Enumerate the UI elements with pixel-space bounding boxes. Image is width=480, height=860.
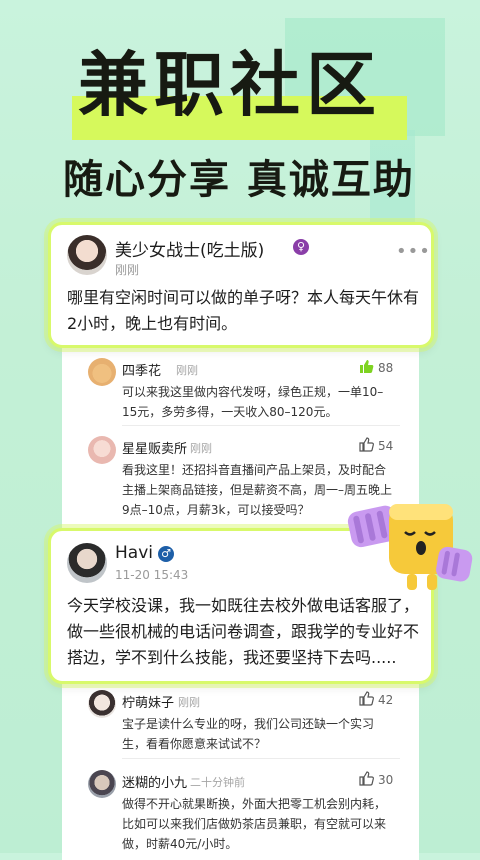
avatar[interactable]: [88, 770, 116, 798]
thumbs-up-icon: [359, 691, 374, 706]
comment-item: 迷糊的小九 二十分钟前 30 做得不开心就果断换，外面大把零工机会别内耗，比如可…: [88, 770, 398, 851]
hero-subtitle: 随心分享 真诚互助: [63, 157, 415, 203]
comment-author[interactable]: 四季花: [122, 360, 161, 379]
comment-content: 可以来我这里做内容代发呀，绿色正规，一单10–15元，多劳多得，一天收入80–1…: [122, 385, 384, 419]
avatar[interactable]: [67, 543, 107, 583]
comment-time: 二十分钟前: [190, 776, 245, 789]
mascot-illustration: [347, 504, 473, 590]
comment-item: 柠萌妹子 刚刚 42 宝子是读什么专业的呀，我们公司还缺一个实习生，看看你愿意来…: [88, 690, 398, 751]
post-content: 今天学校没课，我一如既往去校外做电话客服了，做一些很机械的电话问卷调查，跟我学的…: [67, 596, 420, 667]
avatar[interactable]: [88, 690, 116, 718]
post-card[interactable]: 美少女战士(吃土版) ♀ 刚刚 ••• 哪里有空闲时间可以做的单子呀？本人每天午…: [48, 222, 434, 348]
post-author[interactable]: 美少女战士(吃土版): [115, 236, 264, 261]
thumbs-up-icon: [359, 437, 374, 452]
divider: [122, 425, 400, 426]
more-dots-icon[interactable]: •••: [396, 241, 431, 262]
like-count: 88: [378, 361, 394, 375]
comment-content: 宝子是读什么专业的呀，我们公司还缺一个实习生，看看你愿意来试试不？: [122, 717, 375, 751]
comment-time: 刚刚: [190, 442, 212, 455]
comment-author[interactable]: 星星贩卖所: [122, 438, 187, 457]
hero-title: 兼职社区: [78, 44, 382, 126]
like-button[interactable]: 42: [358, 690, 398, 710]
like-count: 42: [378, 693, 394, 707]
thumbs-up-icon: [360, 360, 374, 373]
male-icon: ♂: [158, 546, 174, 562]
thumbs-up-icon: [359, 771, 374, 786]
like-count: 54: [378, 439, 394, 453]
avatar[interactable]: [88, 358, 116, 386]
female-icon: ♀: [293, 239, 309, 255]
like-button[interactable]: 30: [358, 770, 398, 790]
post-author[interactable]: Havi: [115, 543, 153, 563]
comment-time: 刚刚: [178, 696, 200, 709]
comment-item: 四季花 刚刚 88 可以来我这里做内容代发呀，绿色正规，一单10–15元，多劳多…: [88, 358, 398, 419]
divider: [122, 758, 400, 759]
comment-author[interactable]: 迷糊的小九: [122, 772, 187, 791]
like-button[interactable]: 88: [358, 358, 398, 378]
avatar[interactable]: [67, 235, 107, 275]
like-button[interactable]: 54: [358, 436, 398, 456]
like-count: 30: [378, 773, 394, 787]
post-time: 刚刚: [115, 263, 140, 277]
comment-time: 刚刚: [176, 364, 198, 377]
comment-author[interactable]: 柠萌妹子: [122, 692, 174, 711]
post-content: 哪里有空闲时间可以做的单子呀？本人每天午休有2小时，晚上也有时间。: [67, 288, 420, 333]
comment-content: 做得不开心就果断换，外面大把零工机会别内耗，比如可以来我们店做奶茶店员兼职，有空…: [122, 797, 387, 851]
post-time: 11-20 15:43: [115, 568, 189, 582]
avatar[interactable]: [88, 436, 116, 464]
